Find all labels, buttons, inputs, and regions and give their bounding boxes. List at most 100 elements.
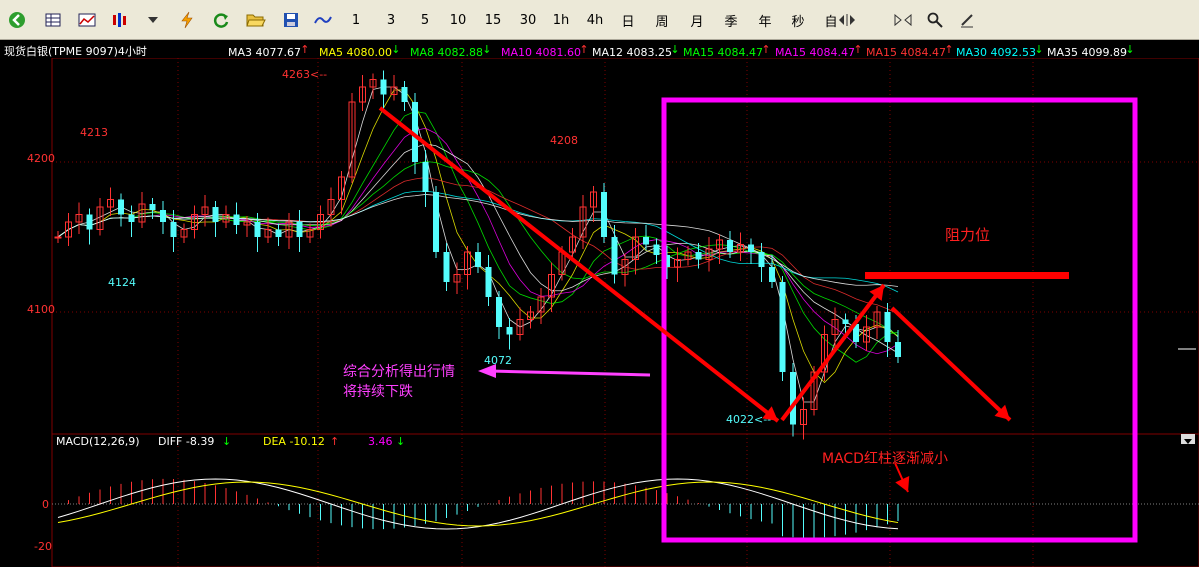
candle-body-down <box>601 192 607 237</box>
period-button-3[interactable]: 10 <box>448 9 468 31</box>
macd-title: MACD(12,26,9) <box>56 435 140 448</box>
resistance-label: 阻力位 <box>945 226 991 244</box>
back-icon[interactable] <box>6 9 28 31</box>
candle-body-down <box>485 267 492 297</box>
macd-dea: DEA -10.12 <box>263 435 325 448</box>
refresh-icon[interactable] <box>210 9 232 31</box>
analysis-overlay <box>378 97 1138 543</box>
trend-icon[interactable] <box>312 9 334 31</box>
candle-body-down <box>443 252 450 282</box>
ma-arrow-0: ↑ <box>300 43 310 56</box>
period-button-11[interactable]: 季 <box>721 9 741 31</box>
candle-body-down <box>86 214 93 230</box>
rebound-arrow <box>780 283 886 422</box>
period-button-6[interactable]: 1h <box>551 9 571 31</box>
ma-arrow-7: ↑ <box>944 43 954 56</box>
ma-arrow-1: ↓ <box>391 43 401 56</box>
macd-value: 3.46 <box>368 435 393 448</box>
period-button-13[interactable]: 秒 <box>788 9 808 31</box>
candle-body-down <box>643 237 649 245</box>
candle-body-down <box>496 297 502 327</box>
macd-panel <box>57 478 899 538</box>
candlesticks <box>54 70 901 440</box>
price-label-4200: 4200 <box>27 152 55 165</box>
candle-body-down <box>779 282 786 372</box>
expand-h-icon[interactable] <box>836 9 858 31</box>
analysis-pointer <box>489 369 651 377</box>
candle-body-down <box>254 222 261 237</box>
candle-body-down <box>233 214 240 225</box>
candle-body-down <box>170 222 177 237</box>
panel-collapse-button[interactable] <box>1181 434 1195 444</box>
candle-body-down <box>695 252 702 260</box>
candle-body-down <box>884 312 891 342</box>
candle-body-down <box>160 210 166 222</box>
macd-dea-arrow: ↑ <box>330 435 340 448</box>
price-label-4100: 4100 <box>27 303 55 316</box>
multi-chart-icon[interactable] <box>108 9 130 31</box>
macd-axis-neg20: -20 <box>34 540 52 553</box>
period-button-9[interactable]: 周 <box>652 9 672 31</box>
period-button-5[interactable]: 30 <box>518 9 538 31</box>
high-mark-4263: 4263<-- <box>282 68 328 81</box>
candle-body-down <box>422 162 429 192</box>
table-icon[interactable] <box>42 9 64 31</box>
line-chart-icon[interactable] <box>76 9 98 31</box>
candle-body-down <box>790 372 796 425</box>
analysis-line1: 综合分析得出行情 <box>343 364 455 380</box>
macd-diff: DIFF -8.39 <box>158 435 215 448</box>
draw-icon[interactable] <box>956 9 978 31</box>
candle-body-down <box>653 244 660 255</box>
period-button-12[interactable]: 年 <box>755 9 775 31</box>
zoom-icon[interactable] <box>924 9 946 31</box>
macd-diff-arrow: ↓ <box>222 435 232 448</box>
candle-body-down <box>380 79 387 95</box>
ma-arrow-9: ↓ <box>1125 43 1135 56</box>
candle-body-down <box>727 240 733 252</box>
dropdown-icon[interactable] <box>143 9 163 31</box>
candle-body-down <box>433 192 439 252</box>
candle-body-down <box>748 244 754 252</box>
period-button-7[interactable]: 4h <box>585 9 605 31</box>
compress-h-icon[interactable] <box>892 9 914 31</box>
candle-body-down <box>758 252 765 267</box>
mark-4072: 4072 <box>484 354 512 367</box>
macd-note: MACD红柱逐渐减小 <box>822 451 948 467</box>
candle-body-down <box>895 342 901 357</box>
period-button-1[interactable]: 3 <box>381 9 401 31</box>
ma-arrow-4: ↓ <box>670 43 680 56</box>
open-folder-icon[interactable] <box>245 9 267 31</box>
candle-body-down <box>611 237 618 275</box>
save-icon[interactable] <box>280 9 302 31</box>
ma-arrow-6: ↑ <box>853 43 863 56</box>
candle-body-down <box>128 214 135 222</box>
candle-body-down <box>149 204 156 210</box>
macd-value-arrow: ↓ <box>396 435 406 448</box>
candle-body-down <box>296 222 303 237</box>
candle-body-down <box>275 229 282 237</box>
ma-arrow-5: ↑ <box>761 43 771 56</box>
candle-body-down <box>842 319 849 324</box>
mark-4124: 4124 <box>108 276 136 289</box>
toolbar: 1 3 5 10 15 30 1h 4h 日周月季年秒自 <box>0 0 1199 40</box>
period-button-4[interactable]: 15 <box>483 9 503 31</box>
symbol-title: 现货白银(TPME 9097)4小时 <box>4 45 147 58</box>
mark-4213: 4213 <box>80 126 108 139</box>
ma-header: 现货白银(TPME 9097)4小时 MA3 4077.67 MA5 4080.0… <box>0 40 1199 59</box>
chart-area[interactable] <box>0 58 1199 567</box>
lightning-icon[interactable] <box>176 9 198 31</box>
period-button-0[interactable]: 1 <box>346 9 366 31</box>
ma-arrow-2: ↓ <box>482 43 492 56</box>
candle-body-down <box>769 267 775 282</box>
mark-4208: 4208 <box>550 134 578 147</box>
macd-axis-0: 0 <box>42 498 49 511</box>
period-button-10[interactable]: 月 <box>687 9 707 31</box>
period-button-2[interactable]: 5 <box>415 9 435 31</box>
analysis-line2: 将持续下跌 <box>343 384 413 400</box>
candle-body-down <box>506 327 513 335</box>
candle-body-down <box>475 252 481 267</box>
resistance-bar <box>865 272 1069 279</box>
period-button-8[interactable]: 日 <box>618 9 638 31</box>
low-mark-4022: 4022<-- <box>726 413 772 426</box>
forecast-arrow <box>890 306 1012 422</box>
